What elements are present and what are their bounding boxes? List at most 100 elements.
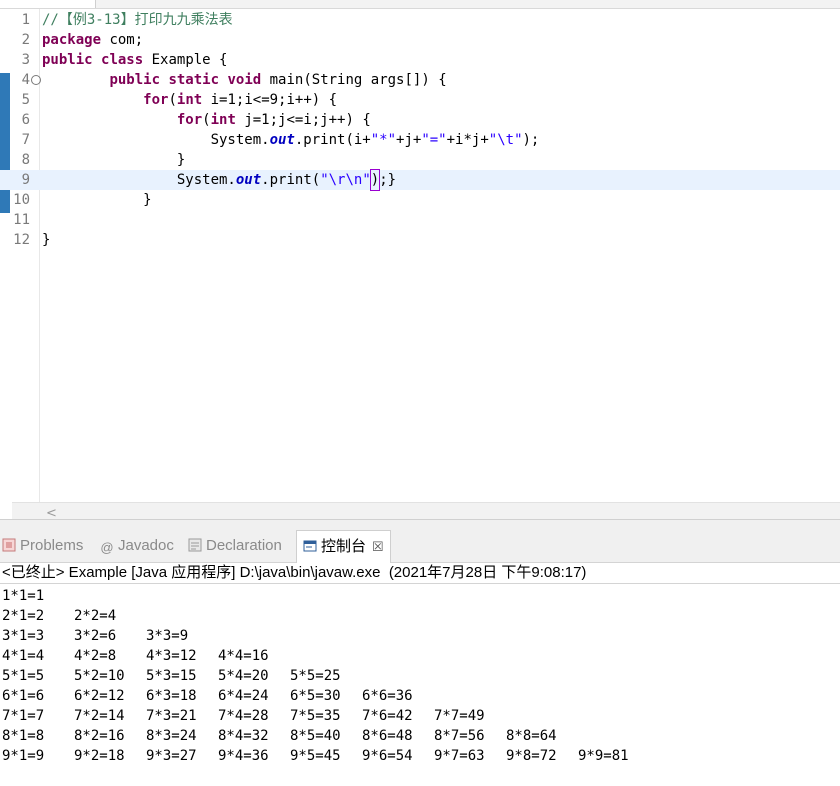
console-icon xyxy=(303,540,317,552)
output-cell: 7*6=42 xyxy=(362,708,413,724)
code-text: public static void main(String args[]) { xyxy=(109,72,447,88)
output-line: 7*1=7 7*2=14 7*3=21 7*4=28 7*5=35 7*6=42 7*7=4… xyxy=(2,706,838,726)
output-cell: 6*6=36 xyxy=(362,688,413,704)
output-cell: 2*2=4 xyxy=(74,608,117,624)
line-number: 9 xyxy=(21,172,30,188)
output-line: 2*1=2 2*2=4 xyxy=(2,606,838,626)
output-line: 3*1=3 3*2=6 3*3=9 xyxy=(2,626,838,646)
output-cell: 9*9=81 xyxy=(578,748,629,764)
code-line[interactable]: 5 for(int i=1;i<=9;i++) { xyxy=(0,90,840,110)
line-number: 1 xyxy=(21,12,30,28)
console-title: <已终止> Example [Java 应用程序] D:\java\bin\ja… xyxy=(0,563,840,584)
code-line[interactable]: 2 package com; xyxy=(0,30,840,50)
output-cell: 7*2=14 xyxy=(74,708,125,724)
line-number: 4 xyxy=(21,72,30,88)
code-line[interactable]: 11 xyxy=(0,210,840,230)
code-line[interactable]: 1 //【例3-13】打印九九乘法表 xyxy=(0,10,840,30)
code-text: package com; xyxy=(42,32,144,48)
line-number: 12 xyxy=(13,232,30,248)
fold-toggle-icon[interactable] xyxy=(31,75,41,85)
output-cell: 8*3=24 xyxy=(146,728,197,744)
code-text: //【例3-13】打印九九乘法表 xyxy=(42,12,233,28)
line-number: 10 xyxy=(13,192,30,208)
output-cell: 9*6=54 xyxy=(362,748,413,764)
tab-problems-label: Problems xyxy=(20,537,84,554)
line-number: 6 xyxy=(21,112,30,128)
code-text: for(int j=1;j<=i;j++) { xyxy=(176,112,371,128)
line-number: 5 xyxy=(21,92,30,108)
editor-tab-strip xyxy=(0,0,840,9)
tab-problems[interactable]: Problems xyxy=(2,530,83,562)
declaration-icon xyxy=(188,538,202,552)
code-line[interactable]: 8 } xyxy=(0,150,840,170)
code-text: System.out.print(i+"*"+j+"="+i*j+"\t"); xyxy=(42,132,540,148)
tab-console-label: 控制台 xyxy=(321,538,367,555)
output-line: 1*1=1 xyxy=(2,586,838,606)
code-text: } xyxy=(42,192,152,208)
panel-sash[interactable] xyxy=(0,519,840,530)
output-cell: 4*4=16 xyxy=(218,648,269,664)
output-cell: 7*1=7 xyxy=(2,708,45,724)
code-text: public class Example { xyxy=(42,52,228,68)
output-cell: 5*1=5 xyxy=(2,668,45,684)
output-cell: 5*2=10 xyxy=(74,668,125,684)
output-cell: 3*3=9 xyxy=(146,628,189,644)
output-cell: 7*4=28 xyxy=(218,708,269,724)
output-cell: 8*1=8 xyxy=(2,728,45,744)
code-line[interactable]: 7 System.out.print(i+"*"+j+"="+i*j+"\t")… xyxy=(0,130,840,150)
tab-declaration-label: Declaration xyxy=(206,537,282,554)
code-line[interactable]: 12} xyxy=(0,230,840,250)
line-number: 7 xyxy=(21,132,30,148)
line-number: 11 xyxy=(13,212,30,228)
output-cell: 2*1=2 xyxy=(2,608,45,624)
output-cell: 1*1=1 xyxy=(2,588,45,604)
code-line[interactable]: 4 public static void main(String args[])… xyxy=(0,70,840,90)
output-line: 5*1=5 5*2=10 5*3=15 5*4=20 5*5=25 xyxy=(2,666,838,686)
close-icon[interactable]: ☒ xyxy=(372,539,384,554)
problems-icon xyxy=(2,538,16,552)
output-cell: 9*2=18 xyxy=(74,748,125,764)
code-editor[interactable]: 1 //【例3-13】打印九九乘法表 2 package com; 3 public cl… xyxy=(0,9,840,528)
code-line[interactable]: 3 public class Example { xyxy=(0,50,840,70)
line-number: 3 xyxy=(21,52,30,68)
code-text: } xyxy=(42,232,51,248)
output-cell: 7*3=21 xyxy=(146,708,197,724)
output-line: 9*1=9 9*2=18 9*3=27 9*4=36 9*5=45 9*6=54 9*7=6… xyxy=(2,746,838,766)
output-cell: 3*2=6 xyxy=(74,628,117,644)
code-line[interactable]: 10 } xyxy=(0,190,840,210)
tab-declaration[interactable]: Declaration xyxy=(188,530,282,562)
output-cell: 6*3=18 xyxy=(146,688,197,704)
output-line: 8*1=8 8*2=16 8*3=24 8*4=32 8*5=40 8*6=48 8*7=5… xyxy=(2,726,838,746)
output-cell: 5*3=15 xyxy=(146,668,197,684)
output-line: 4*1=4 4*2=8 4*3=12 4*4=16 xyxy=(2,646,838,666)
output-cell: 9*4=36 xyxy=(218,748,269,764)
tab-console[interactable]: 控制台 ☒ xyxy=(296,530,391,563)
output-cell: 8*4=32 xyxy=(218,728,269,744)
output-cell: 6*4=24 xyxy=(218,688,269,704)
output-cell: 6*1=6 xyxy=(2,688,45,704)
output-cell: 9*7=63 xyxy=(434,748,485,764)
editor-tab[interactable] xyxy=(0,0,96,8)
output-cell: 8*6=48 xyxy=(362,728,413,744)
code-text: System.out.print("\r\n");} xyxy=(42,169,396,191)
output-cell: 6*2=12 xyxy=(74,688,125,704)
output-cell: 9*8=72 xyxy=(506,748,557,764)
output-cell: 5*5=25 xyxy=(290,668,341,684)
output-cell: 9*3=27 xyxy=(146,748,197,764)
output-cell: 3*1=3 xyxy=(2,628,45,644)
console-output[interactable]: 1*1=1 2*1=2 2*2=4 3*1=3 3*2=6 3*3=9 4*1=4 4*2=8… xyxy=(0,585,840,786)
output-line: 6*1=6 6*2=12 6*3=18 6*4=24 6*5=30 6*6=36 xyxy=(2,686,838,706)
line-number: 2 xyxy=(21,32,30,48)
output-cell: 7*5=35 xyxy=(290,708,341,724)
line-number: 8 xyxy=(21,152,30,168)
output-cell: 4*2=8 xyxy=(74,648,117,664)
tab-javadoc[interactable]: @ Javadoc xyxy=(100,530,174,562)
tab-javadoc-label: Javadoc xyxy=(118,537,174,554)
output-cell: 5*4=20 xyxy=(218,668,269,684)
output-cell: 9*5=45 xyxy=(290,748,341,764)
output-cell: 9*1=9 xyxy=(2,748,45,764)
code-line[interactable]: 9 System.out.print("\r\n");} xyxy=(0,169,840,191)
code-line[interactable]: 6 for(int j=1;j<=i;j++) { xyxy=(0,110,840,130)
output-cell: 4*1=4 xyxy=(2,648,45,664)
code-text: for(int i=1;i<=9;i++) { xyxy=(143,92,338,108)
